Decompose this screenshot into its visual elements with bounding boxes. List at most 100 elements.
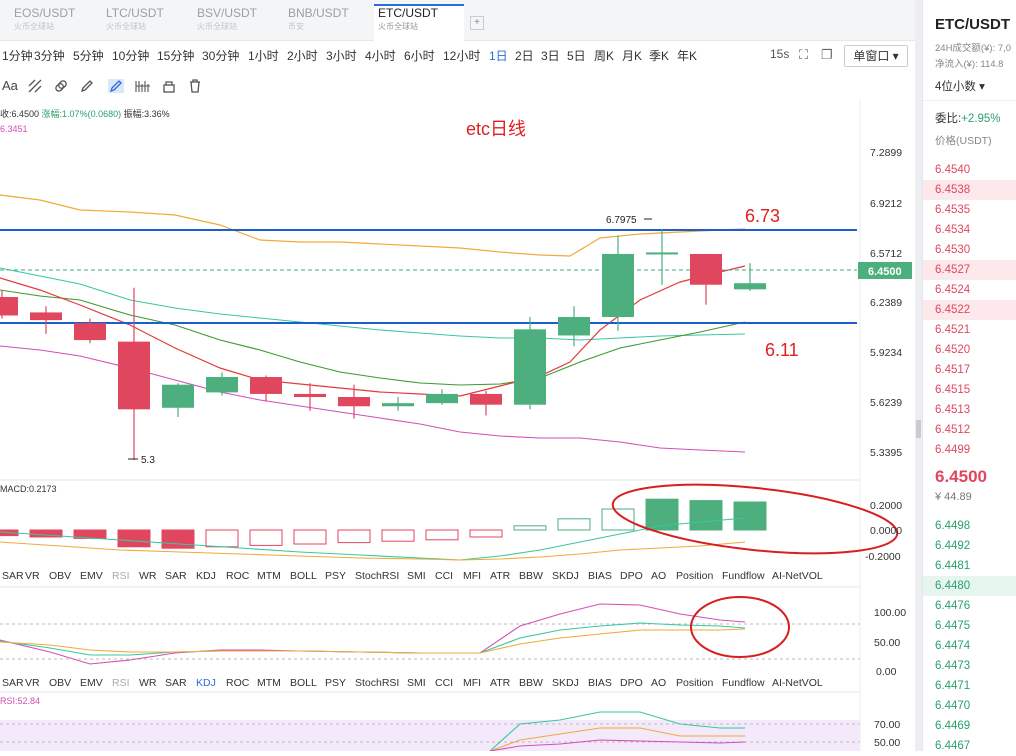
indicator-tab-roc[interactable]: ROC: [226, 677, 249, 689]
tab-bnb-usdt[interactable]: BNB/USDT 币安: [288, 6, 349, 36]
indicator-tab-position[interactable]: Position: [676, 677, 713, 689]
interval-quarter[interactable]: 季K: [649, 47, 669, 64]
indicator-tab-stochrsi[interactable]: StochRSI: [355, 677, 399, 689]
indicator-tab-smi[interactable]: SMI: [407, 570, 426, 582]
ask-row[interactable]: 6.4513: [923, 400, 1016, 420]
ask-row[interactable]: 6.4534: [923, 220, 1016, 240]
bid-row[interactable]: 6.4473: [923, 656, 1016, 676]
indicator-tab-kdj[interactable]: KDJ: [196, 570, 216, 582]
indicator-tab-psy[interactable]: PSY: [325, 677, 346, 689]
indicator-tab-wr[interactable]: WR: [139, 570, 157, 582]
interval-3m[interactable]: 3分钟: [34, 47, 65, 64]
bid-row[interactable]: 6.4480: [923, 576, 1016, 596]
indicator-tab-cci[interactable]: CCI: [435, 677, 453, 689]
interval-1d[interactable]: 1日: [489, 47, 508, 64]
indicator-tab-psy[interactable]: PSY: [325, 570, 346, 582]
ask-row[interactable]: 6.4521: [923, 320, 1016, 340]
ask-row[interactable]: 6.4540: [923, 160, 1016, 180]
indicator-tab-mfi[interactable]: MFI: [463, 570, 481, 582]
indicator-tab-boll[interactable]: BOLL: [290, 570, 317, 582]
bid-row[interactable]: 6.4469: [923, 716, 1016, 736]
indicator-tab-obv[interactable]: OBV: [49, 570, 71, 582]
indicator-tab-skdj[interactable]: SKDJ: [552, 677, 579, 689]
link-tool-icon[interactable]: [54, 79, 68, 93]
panel-collapse-handle[interactable]: [916, 420, 921, 438]
indicator-tab-bias[interactable]: BIAS: [588, 570, 612, 582]
ask-row[interactable]: 6.4527: [923, 260, 1016, 280]
ask-row[interactable]: 6.4530: [923, 240, 1016, 260]
window-mode-dropdown[interactable]: 单窗口 ▾: [844, 45, 908, 67]
ask-row[interactable]: 6.4517: [923, 360, 1016, 380]
bid-row[interactable]: 6.4498: [923, 516, 1016, 536]
interval-1h[interactable]: 1小时: [248, 47, 279, 64]
interval-2h[interactable]: 2小时: [287, 47, 318, 64]
lock-tool-icon[interactable]: [162, 79, 176, 93]
ask-row[interactable]: 6.4524: [923, 280, 1016, 300]
indicator-tab-emv[interactable]: EMV: [80, 570, 103, 582]
indicator-tab-bbw[interactable]: BBW: [519, 677, 543, 689]
interval-2d[interactable]: 2日: [515, 47, 534, 64]
delete-tool-icon[interactable]: [188, 79, 202, 93]
tab-eos-usdt[interactable]: EOS/USDT 火币全球站: [14, 6, 75, 36]
pen-tool-icon[interactable]: [80, 79, 94, 93]
interval-1m[interactable]: 1分钟: [2, 47, 33, 64]
indicator-tab-mtm[interactable]: MTM: [257, 677, 281, 689]
bid-row[interactable]: 6.4475: [923, 616, 1016, 636]
indicator-tab-emv[interactable]: EMV: [80, 677, 103, 689]
indicator-tab-obv[interactable]: OBV: [49, 677, 71, 689]
indicator-tab-skdj[interactable]: SKDJ: [552, 570, 579, 582]
indicator-tab-fundflow[interactable]: Fundflow: [722, 677, 765, 689]
bid-row[interactable]: 6.4492: [923, 536, 1016, 556]
ask-row[interactable]: 6.4520: [923, 340, 1016, 360]
indicator-tab-ao[interactable]: AO: [651, 677, 666, 689]
indicator-tab-roc[interactable]: ROC: [226, 570, 249, 582]
indicator-tab-fundflow[interactable]: Fundflow: [722, 570, 765, 582]
interval-5d[interactable]: 5日: [567, 47, 586, 64]
panel-divider[interactable]: [915, 0, 922, 751]
indicator-tab-stochrsi[interactable]: StochRSI: [355, 570, 399, 582]
popout-icon[interactable]: ❐: [821, 47, 833, 63]
kline-chart[interactable]: 6.7975 5.3 etc日线 6.73 6.11 7.2899 6.9212…: [0, 100, 915, 752]
bid-row[interactable]: 6.4474: [923, 636, 1016, 656]
tab-bsv-usdt[interactable]: BSV/USDT 火币全球站: [197, 6, 257, 36]
interval-3h[interactable]: 3小时: [326, 47, 357, 64]
interval-5m[interactable]: 5分钟: [73, 47, 104, 64]
indicator-tab-position[interactable]: Position: [676, 570, 713, 582]
interval-month[interactable]: 月K: [622, 47, 642, 64]
bid-row[interactable]: 6.4481: [923, 556, 1016, 576]
pattern-tool-icon[interactable]: [28, 79, 42, 93]
interval-year[interactable]: 年K: [677, 47, 697, 64]
indicator-tab-sar[interactable]: SAR: [165, 570, 187, 582]
indicator-tab-dpo[interactable]: DPO: [620, 570, 643, 582]
bid-row[interactable]: 6.4470: [923, 696, 1016, 716]
indicator-tab-vr[interactable]: VR: [25, 570, 40, 582]
brush-tool-icon[interactable]: [108, 79, 124, 93]
indicator-tab-rsi[interactable]: RSI: [112, 570, 130, 582]
interval-3d[interactable]: 3日: [541, 47, 560, 64]
indicator-tab-atr[interactable]: ATR: [490, 677, 510, 689]
indicator-tab-boll[interactable]: BOLL: [290, 677, 317, 689]
tab-ltc-usdt[interactable]: LTC/USDT 火币全球站: [106, 6, 164, 36]
indicator-tab-vr[interactable]: VR: [25, 677, 40, 689]
indicator-tab-atr[interactable]: ATR: [490, 570, 510, 582]
bid-row[interactable]: 6.4471: [923, 676, 1016, 696]
indicator-tab-sar[interactable]: SAR: [2, 570, 24, 582]
interval-week[interactable]: 周K: [594, 47, 614, 64]
ask-row[interactable]: 6.4515: [923, 380, 1016, 400]
ask-row[interactable]: 6.4538: [923, 180, 1016, 200]
indicator-tab-sar[interactable]: SAR: [2, 677, 24, 689]
indicator-tab-sar[interactable]: SAR: [165, 677, 187, 689]
indicator-tab-cci[interactable]: CCI: [435, 570, 453, 582]
ask-row[interactable]: 6.4499: [923, 440, 1016, 460]
tab-etc-usdt[interactable]: ETC/USDT 火币全球站: [374, 4, 464, 42]
ask-row[interactable]: 6.4522: [923, 300, 1016, 320]
indicator-tab-wr[interactable]: WR: [139, 677, 157, 689]
indicator-tab-smi[interactable]: SMI: [407, 677, 426, 689]
indicator-tab-bbw[interactable]: BBW: [519, 570, 543, 582]
refresh-rate[interactable]: 15s: [770, 47, 789, 61]
bid-row[interactable]: 6.4467: [923, 736, 1016, 756]
chart-panel[interactable]: 6.7975 5.3 etc日线 6.73 6.11 7.2899 6.9212…: [0, 100, 915, 752]
bid-row[interactable]: 6.4476: [923, 596, 1016, 616]
interval-10m[interactable]: 10分钟: [112, 47, 149, 64]
add-tab-button[interactable]: +: [470, 16, 484, 30]
